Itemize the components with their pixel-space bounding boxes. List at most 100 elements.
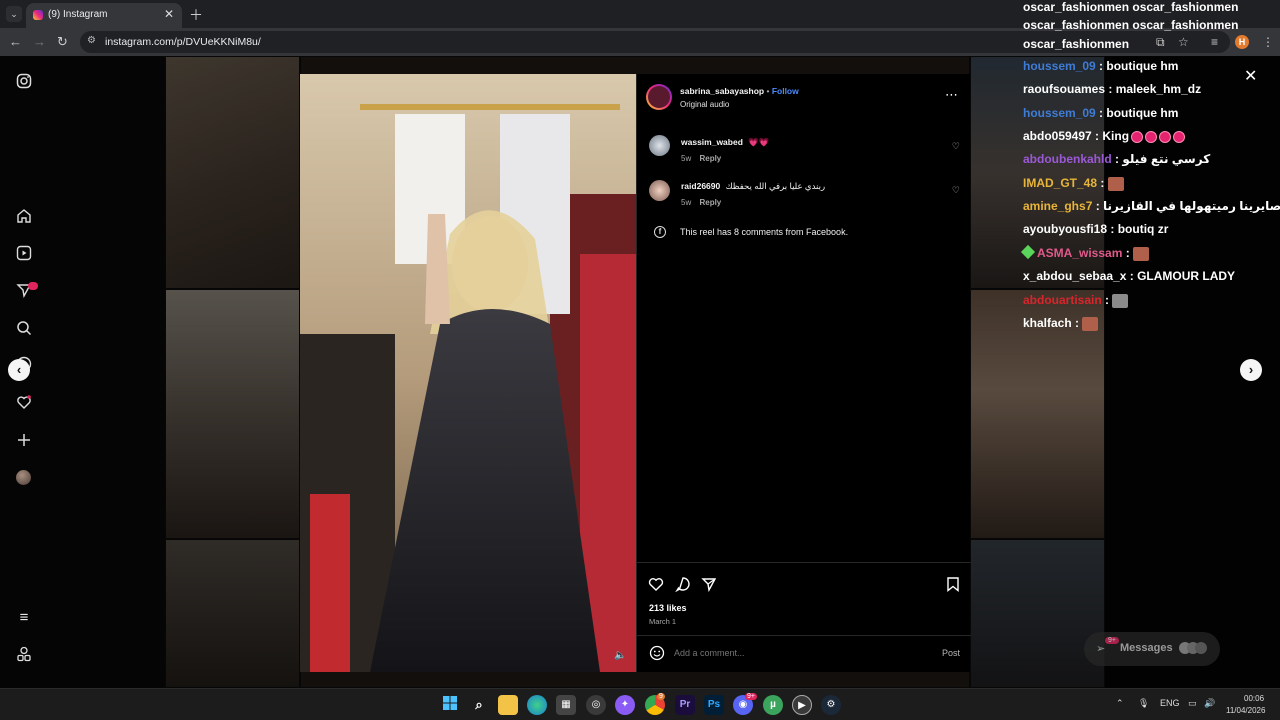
messages-floating-button[interactable]: ➢ 9+ Messages xyxy=(1084,632,1220,666)
post-date: March 1 xyxy=(649,617,677,626)
comment-text: ربندي عليا برفي الله يحفظك xyxy=(725,181,826,191)
author-avatar[interactable] xyxy=(646,84,672,110)
windows-start-icon[interactable] xyxy=(440,695,460,715)
save-bookmark-icon[interactable] xyxy=(945,576,961,597)
chat-message: ayoubyousfi18 : boutiq zr xyxy=(1023,222,1168,236)
reels-icon[interactable] xyxy=(15,245,33,263)
chat-text: GLAMOUR LADY xyxy=(1137,269,1236,283)
instagram-logo-icon[interactable] xyxy=(15,73,33,91)
close-modal-icon[interactable]: ✕ xyxy=(1244,66,1257,86)
chat-username: IMAD_GT_48 xyxy=(1023,176,1098,190)
chat-message: houssem_09 : boutique hm xyxy=(1023,106,1178,120)
audio-label[interactable]: Original audio xyxy=(680,100,729,109)
chat-separator: : xyxy=(1101,293,1113,307)
reply-button[interactable]: Reply xyxy=(699,198,721,207)
forward-icon[interactable]: → xyxy=(33,34,46,49)
new-tab-button[interactable]: ＋ xyxy=(189,5,203,25)
follow-button[interactable]: Follow xyxy=(772,86,799,96)
commenter-avatar[interactable] xyxy=(649,135,670,156)
file-explorer-icon[interactable] xyxy=(498,695,518,715)
reload-icon[interactable]: ↻ xyxy=(57,34,68,50)
facebook-comments-note[interactable]: This reel has 8 comments from Facebook. xyxy=(680,227,848,237)
like-comment-icon[interactable]: ♡ xyxy=(952,185,960,196)
share-icon[interactable] xyxy=(701,576,717,597)
create-plus-icon[interactable] xyxy=(15,432,33,450)
clock-time[interactable]: 00:06 xyxy=(1244,694,1264,703)
tray-overflow-icon[interactable]: ⌃ xyxy=(1116,698,1124,709)
also-from-meta-icon[interactable] xyxy=(15,646,33,664)
search-icon[interactable]: ⌕ xyxy=(469,695,489,715)
app-icon[interactable]: ◎ xyxy=(586,695,606,715)
chat-message: abdouartisain : xyxy=(1023,293,1129,308)
chat-separator: : xyxy=(1097,176,1108,190)
notification-badge xyxy=(28,282,38,290)
reel-video[interactable]: 🔈 xyxy=(300,74,636,672)
store-icon[interactable]: ▦ xyxy=(556,695,576,715)
chat-username: raoufsouames xyxy=(1023,82,1106,96)
profile-avatar[interactable]: H xyxy=(1235,35,1249,49)
more-options-icon[interactable]: ⋯ xyxy=(945,87,958,103)
comment-icon[interactable] xyxy=(675,576,691,597)
chat-username: ayoubyousfi18 xyxy=(1023,222,1108,236)
photoshop-icon[interactable]: Ps xyxy=(704,695,724,715)
notifications-heart-icon[interactable] xyxy=(15,394,33,412)
back-icon[interactable]: ← xyxy=(9,34,22,49)
url-text[interactable]: instagram.com/p/DVUeKKNiM8u/ xyxy=(105,36,261,48)
mute-icon[interactable]: 🔈 xyxy=(614,650,626,661)
chat-username: ASMA_wissam xyxy=(1037,246,1123,260)
comment-age: 5w xyxy=(681,198,692,207)
more-menu-icon[interactable]: ≡ xyxy=(15,609,33,627)
reply-button[interactable]: Reply xyxy=(699,154,721,163)
volume-icon[interactable]: 🔊 xyxy=(1204,698,1215,709)
menu-kebab-icon[interactable]: ⋮ xyxy=(1262,35,1274,49)
edge-icon[interactable] xyxy=(527,695,547,715)
emote-icon xyxy=(1159,130,1172,143)
chat-username: x_abdou_sebaa_x xyxy=(1023,269,1127,283)
clock-date[interactable]: 11/04/2026 xyxy=(1226,706,1265,715)
site-info-icon[interactable]: ⚙ xyxy=(87,35,96,46)
comment-input[interactable] xyxy=(674,646,914,660)
message-avatars xyxy=(1179,641,1213,655)
display-icon[interactable]: ▭ xyxy=(1188,698,1197,709)
comment-username[interactable]: raid26690 xyxy=(681,181,720,191)
like-comment-icon[interactable]: ♡ xyxy=(952,141,960,152)
author-username[interactable]: sabrina_sabayashop xyxy=(680,86,764,96)
chat-message: abdo059497 : King xyxy=(1023,129,1186,143)
likes-count[interactable]: 213 likes xyxy=(649,603,687,613)
emote-icon xyxy=(1112,293,1129,308)
close-tab-icon[interactable]: ✕ xyxy=(164,7,174,21)
previous-post-button[interactable]: ‹ xyxy=(8,359,30,381)
steam-icon[interactable]: ⚙ xyxy=(821,695,841,715)
chat-message: amine_ghs7 : صايرينا رميتهولها في القازي… xyxy=(1023,199,1280,213)
divider xyxy=(637,562,971,563)
browser-tab[interactable]: (9) Instagram ✕ xyxy=(26,3,182,28)
premiere-icon[interactable]: Pr xyxy=(675,695,695,715)
discord-badge: 9+ xyxy=(745,693,757,700)
install-app-icon[interactable]: ⧉ xyxy=(1156,35,1165,50)
comment-username[interactable]: wassim_wabed xyxy=(681,137,743,147)
chat-message: houssem_09 : boutique hm xyxy=(1023,59,1178,73)
emoji-icon[interactable] xyxy=(649,645,665,666)
profile-avatar-icon[interactable] xyxy=(15,469,33,487)
tab-search-button[interactable]: ⌄ xyxy=(6,6,22,22)
bookmark-star-icon[interactable]: ☆ xyxy=(1178,35,1189,49)
microphone-icon[interactable]: 🎙 xyxy=(1138,698,1149,709)
chat-username: amine_ghs7 xyxy=(1023,199,1093,213)
chat-separator: : xyxy=(1105,82,1116,96)
commenter-avatar[interactable] xyxy=(649,180,670,201)
utorrent-icon[interactable]: µ xyxy=(763,695,783,715)
home-icon[interactable] xyxy=(15,208,33,226)
search-icon[interactable] xyxy=(15,320,33,338)
emote-icon xyxy=(1131,130,1144,143)
chat-header-line: oscar_fashionmen oscar_fashionmen xyxy=(1023,18,1239,32)
next-post-button[interactable]: › xyxy=(1240,359,1262,381)
media-player-icon[interactable]: ▶ xyxy=(792,695,812,715)
post-comment-button[interactable]: Post xyxy=(942,648,960,658)
messenger-icon[interactable]: ✦ xyxy=(615,695,635,715)
language-indicator[interactable]: ENG xyxy=(1160,698,1180,708)
like-icon[interactable] xyxy=(648,576,664,597)
media-controls-icon[interactable]: ≡ xyxy=(1211,35,1218,49)
chat-separator: : xyxy=(1095,106,1107,120)
chat-text: كرسي نتع فيلو xyxy=(1122,152,1211,166)
chat-text: King xyxy=(1102,129,1130,143)
